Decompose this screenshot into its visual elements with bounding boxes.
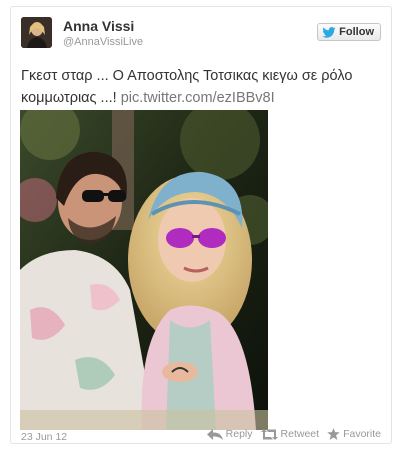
user-display-name[interactable]: Anna Vissi xyxy=(63,18,134,34)
tweet-text: Γκεστ σταρ ... Ο Αποστολης Τοτσικας κιεγ… xyxy=(21,65,383,109)
retweet-action[interactable]: Retweet xyxy=(260,428,320,440)
user-handle[interactable]: @AnnaVissiLive xyxy=(63,36,143,48)
follow-button[interactable]: Follow xyxy=(317,23,381,41)
star-icon xyxy=(327,428,340,440)
reply-action[interactable]: Reply xyxy=(206,428,253,440)
tweet-photo[interactable] xyxy=(20,110,268,430)
tweet-photo-link[interactable]: pic.twitter.com/ezIBBv8I xyxy=(121,90,275,106)
tweet-photo-image xyxy=(20,110,268,430)
tweet-actions: Reply Retweet Favorite xyxy=(206,428,381,440)
retweet-icon xyxy=(260,428,278,440)
reply-icon xyxy=(206,428,223,440)
twitter-bird-icon xyxy=(322,26,336,38)
avatar-image xyxy=(21,17,52,48)
favorite-action[interactable]: Favorite xyxy=(327,428,381,440)
tweet-card: Anna Vissi @AnnaVissiLive Follow Γκεστ σ… xyxy=(10,6,392,444)
tweet-timestamp[interactable]: 23 Jun 12 xyxy=(21,431,67,443)
follow-button-label: Follow xyxy=(339,26,374,38)
favorite-label: Favorite xyxy=(343,428,381,440)
avatar[interactable] xyxy=(21,17,52,48)
retweet-label: Retweet xyxy=(280,428,320,440)
reply-label: Reply xyxy=(225,428,253,440)
